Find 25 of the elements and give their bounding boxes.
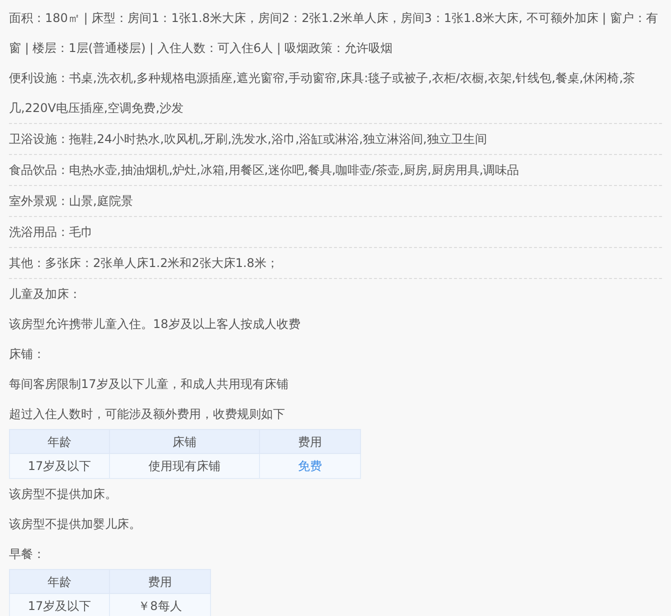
policy-text: 该房型允许携带儿童入住。18岁及以上客人按成人收费 [9, 316, 302, 333]
policy-text: 早餐： [9, 546, 46, 563]
detail-text: 卫浴设施：拖鞋,24小时热水,吹风机,牙刷,洗发水,浴巾,浴缸或淋浴,独立淋浴间,独立卫生间 [9, 131, 488, 148]
table-cell: 免费 [260, 454, 360, 478]
column-header: 年龄 [10, 570, 110, 594]
table-cell: ￥8每人 [110, 594, 210, 616]
detail-text: 其他：多张床：2张单人床1.2米和2张大床1.8米； [9, 255, 280, 272]
table-cell: 使用现有床铺 [110, 454, 260, 478]
policy-text: 该房型不提供加婴儿床。 [9, 516, 142, 533]
detail-text: 洗浴用品：毛巾 [9, 224, 94, 241]
policy-text: 每间客房限制17岁及以下儿童，和成人共用现有床铺 [9, 376, 290, 393]
column-header: 年龄 [10, 430, 110, 454]
policy-text: 该房型不提供加床。 [9, 486, 118, 503]
column-header: 费用 [260, 430, 360, 454]
policy-text: 儿童及加床： [9, 286, 82, 303]
policy-text: 床铺： [9, 346, 46, 363]
detail-text: 室外景观：山景,庭院景 [9, 193, 134, 210]
column-header: 床铺 [110, 430, 260, 454]
detail-text: 面积：180㎡ | 床型：房间1：1张1.8米大床，房间2：2张1.2米单人床，房间3：1张1.8米大床, 不可额外加床 | 窗户：有窗 | 楼层：1层(普通楼层) | 入住人数：可入住6人 | 吸烟政策：允许吸烟 [9, 10, 659, 57]
table-cell: 17岁及以下 [10, 594, 110, 616]
detail-text: 便利设施：书桌,洗衣机,多种规格电源插座,遮光窗帘,手动窗帘,床具:毯子或被子,衣柜/衣橱,衣架,针线包,餐桌,休闲椅,茶几,220V电压插座,空调免费,沙发 [9, 70, 636, 117]
table-cell: 17岁及以下 [10, 454, 110, 478]
detail-text: 食品饮品：电热水壶,抽油烟机,炉灶,冰箱,用餐区,迷你吧,餐具,咖啡壶/茶壶,厨房,厨房用具,调味品 [9, 162, 520, 179]
column-header: 费用 [110, 570, 210, 594]
policy-text: 超过入住人数时，可能涉及额外费用，收费规则如下 [9, 406, 286, 423]
